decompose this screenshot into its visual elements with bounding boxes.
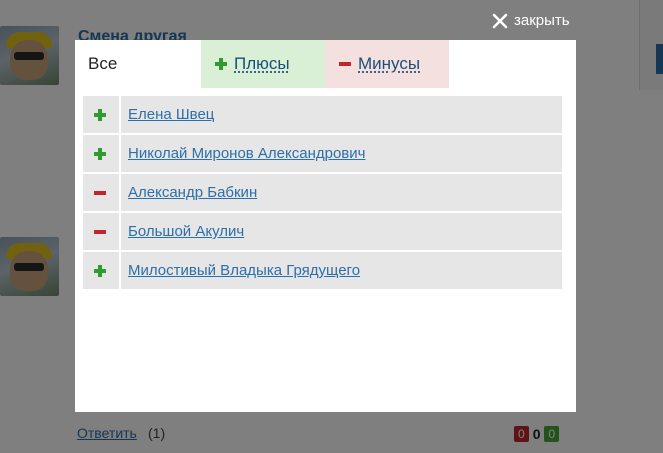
tab-all[interactable]: Все bbox=[75, 40, 201, 88]
tab-all-label: Все bbox=[88, 54, 118, 73]
tab-minus-label[interactable]: Минусы bbox=[358, 54, 420, 74]
vote-filter-tabs: Все Плюсы Минусы bbox=[75, 40, 449, 88]
voter-row: Милостивый Владыка Грядущего bbox=[83, 252, 562, 289]
plus-icon bbox=[94, 264, 108, 278]
tab-plus[interactable]: Плюсы bbox=[201, 40, 325, 88]
voter-link[interactable]: Милостивый Владыка Грядущего bbox=[128, 262, 360, 279]
voter-name-cell: Милостивый Владыка Грядущего bbox=[121, 252, 562, 289]
voter-link[interactable]: Большой Акулич bbox=[128, 223, 244, 240]
vote-cell bbox=[83, 252, 121, 289]
voter-link[interactable]: Николай Миронов Александрович bbox=[128, 145, 365, 162]
close-icon[interactable] bbox=[492, 13, 508, 29]
vote-cell bbox=[83, 96, 121, 133]
minus-icon bbox=[94, 225, 108, 239]
voter-row: Елена Швец bbox=[83, 96, 562, 133]
plus-icon bbox=[94, 147, 108, 161]
close-button[interactable]: закрыть bbox=[492, 12, 570, 29]
tab-plus-label[interactable]: Плюсы bbox=[234, 54, 290, 74]
vote-cell bbox=[83, 174, 121, 211]
tab-minus[interactable]: Минусы bbox=[325, 40, 449, 88]
voter-name-cell: Александр Бабкин bbox=[121, 174, 562, 211]
voter-row: Николай Миронов Александрович bbox=[83, 135, 562, 172]
minus-icon bbox=[94, 186, 108, 200]
voter-name-cell: Елена Швец bbox=[121, 96, 562, 133]
voter-link[interactable]: Александр Бабкин bbox=[128, 184, 257, 201]
plus-icon bbox=[215, 57, 229, 71]
vote-cell bbox=[83, 135, 121, 172]
voter-name-cell: Большой Акулич bbox=[121, 213, 562, 250]
minus-icon bbox=[339, 57, 353, 71]
voter-row: Александр Бабкин bbox=[83, 174, 562, 211]
voter-link[interactable]: Елена Швец bbox=[128, 106, 214, 123]
voter-row: Большой Акулич bbox=[83, 213, 562, 250]
close-label[interactable]: закрыть bbox=[514, 12, 570, 29]
vote-cell bbox=[83, 213, 121, 250]
voters-list: Елена Швец Николай Миронов Александрович… bbox=[83, 96, 562, 291]
plus-icon bbox=[94, 108, 108, 122]
voters-modal: Все Плюсы Минусы Елена Швец Николай Миро… bbox=[75, 40, 576, 412]
voter-name-cell: Николай Миронов Александрович bbox=[121, 135, 562, 172]
